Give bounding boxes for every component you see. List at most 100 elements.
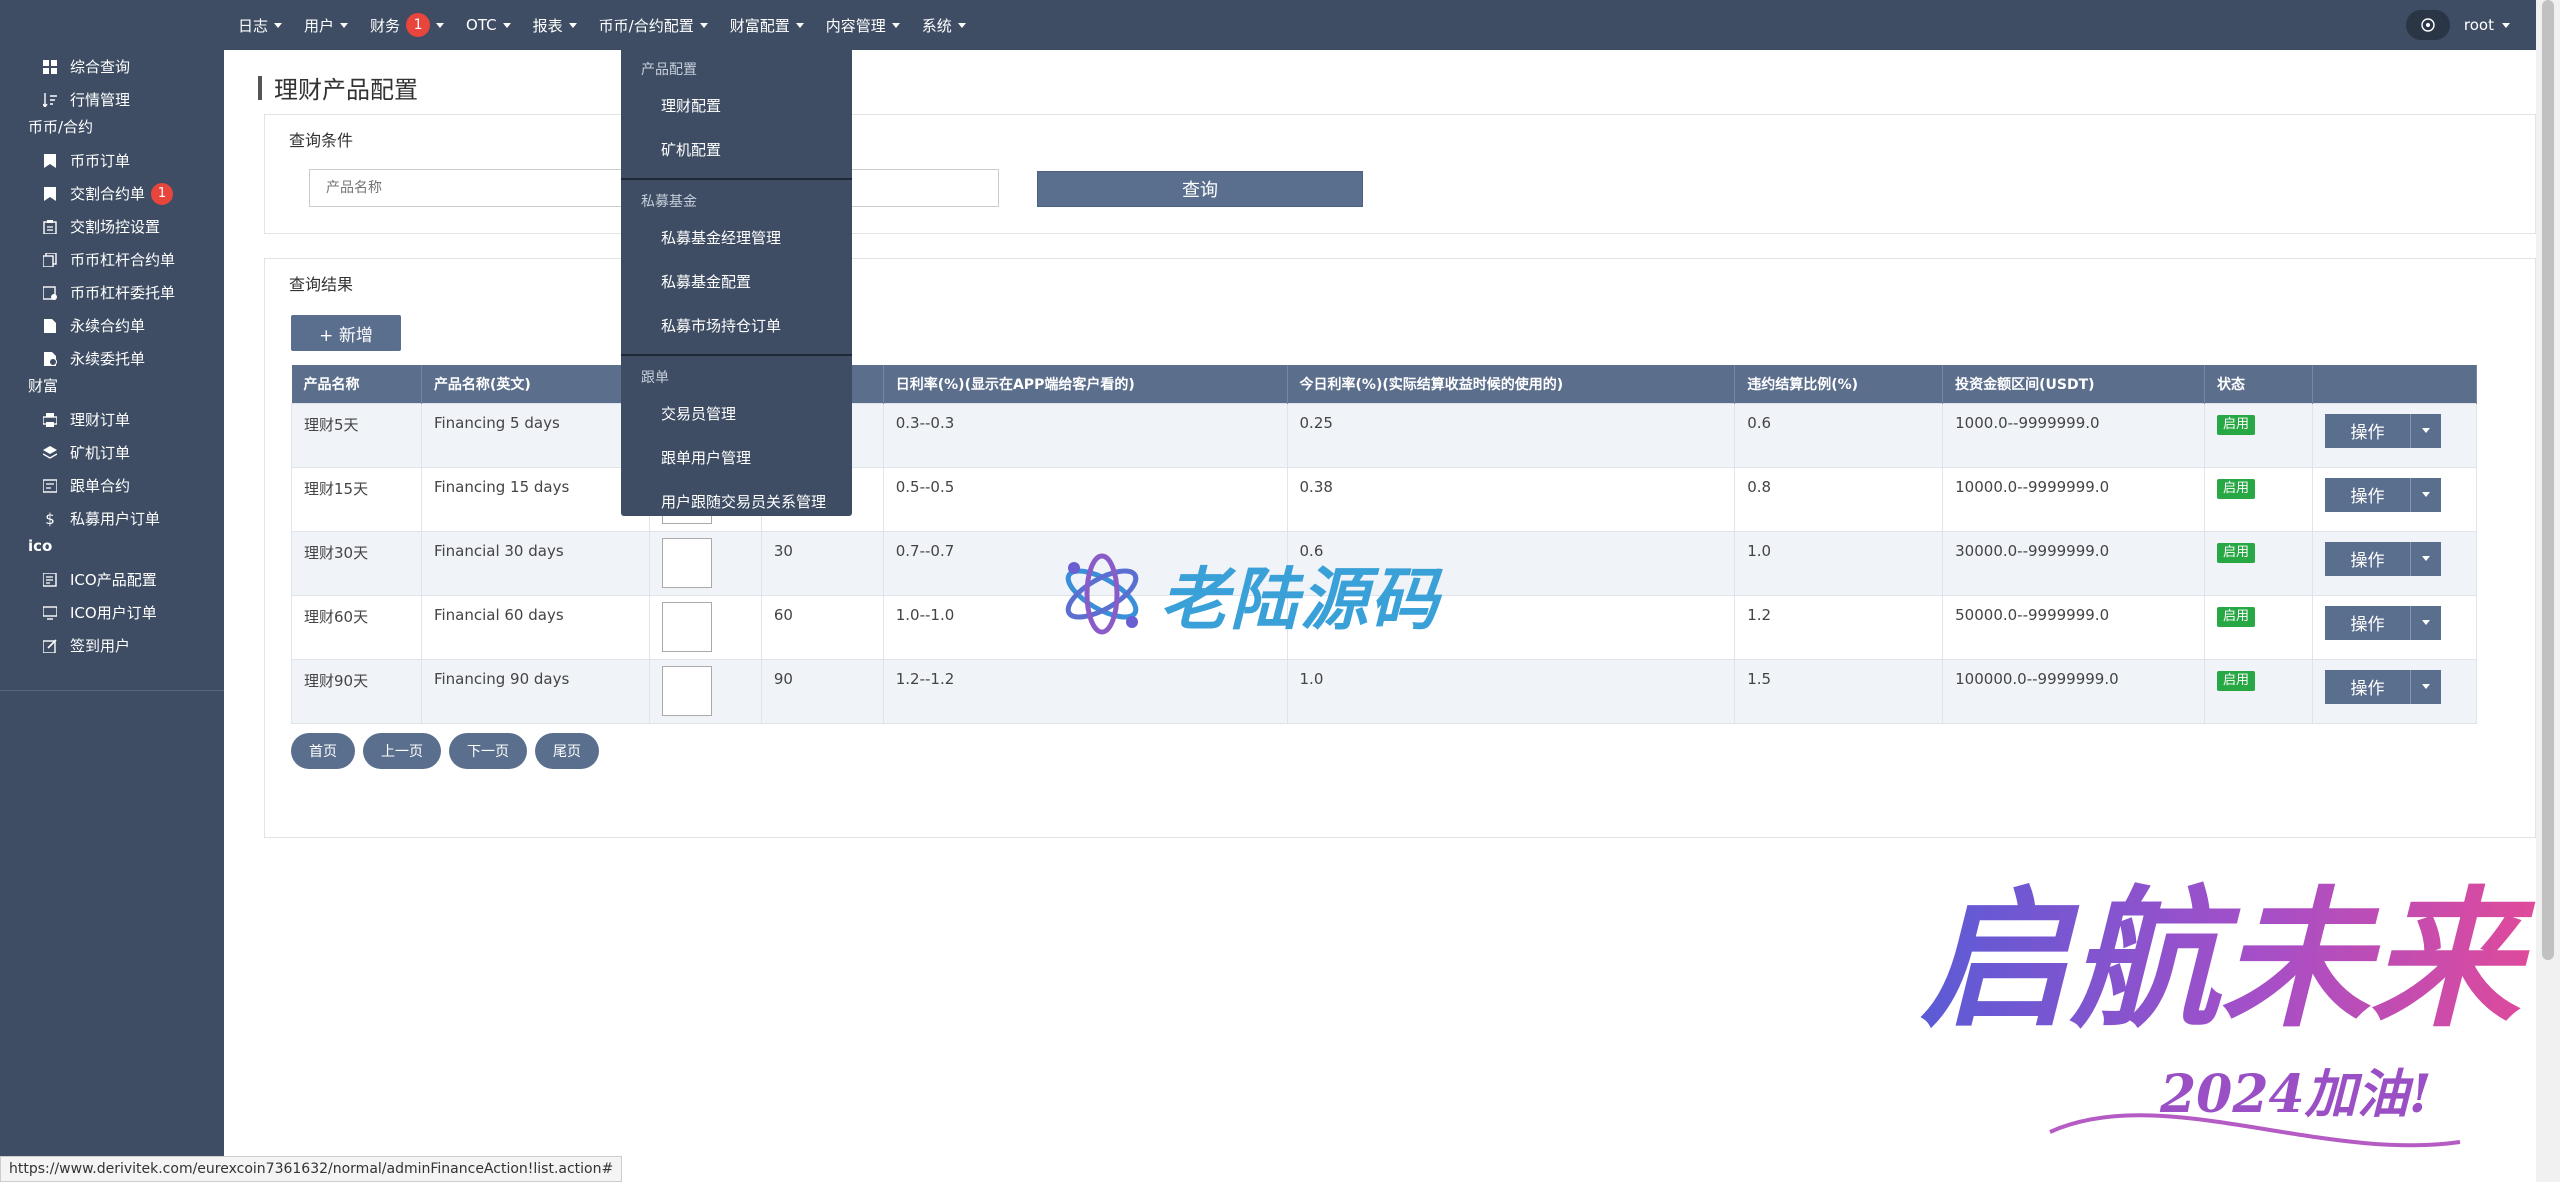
action-button[interactable]: 操作 — [2324, 541, 2411, 576]
sidebar-item-copy-contracts[interactable]: 跟单合约 — [0, 469, 224, 502]
file-clock-icon — [42, 351, 58, 367]
sidebar-item-perpetual-contracts[interactable]: 永续合约单 — [0, 309, 224, 342]
dollar-icon: $ — [45, 509, 55, 528]
cell-image — [648, 530, 762, 596]
file-icon — [42, 318, 58, 334]
menu-item-trader-management[interactable]: 交易员管理 — [621, 392, 852, 436]
caret-down-icon — [2421, 556, 2430, 561]
sidebar-item-coin-orders[interactable]: 币币订单 — [0, 144, 224, 177]
cell-status: 启用 — [2204, 658, 2313, 724]
page-scrollbar[interactable] — [2536, 0, 2560, 1182]
action-dropdown-toggle[interactable] — [2410, 541, 2441, 576]
sidebar-item-ico-config[interactable]: ICO产品配置 — [0, 563, 224, 596]
action-dropdown-toggle[interactable] — [2410, 605, 2441, 640]
action-button[interactable]: 操作 — [2324, 605, 2411, 640]
col-name: 产品名称 — [291, 365, 422, 403]
sidebar-item-delivery-control[interactable]: 交割场控设置 — [0, 210, 224, 243]
caret-down-icon — [2421, 620, 2430, 625]
col-today-rate: 今日利率(%)(实际结算收益时候的使用的) — [1287, 365, 1736, 403]
sidebar-item-ico-orders[interactable]: ICO用户订单 — [0, 596, 224, 629]
sidebar-item-margin-orders[interactable]: 币币杠杆委托单 — [0, 276, 224, 309]
sidebar-item-overview[interactable]: 综合查询 — [0, 50, 224, 83]
page-first-button[interactable]: 首页 — [291, 733, 355, 769]
sidebar-item-finance-orders[interactable]: 理财订单 — [0, 403, 224, 436]
col-name-en: 产品名称(英文) — [421, 365, 650, 403]
sidebar-item-perpetual-orders[interactable]: 永续委托单 — [0, 342, 224, 375]
clipboard-icon — [42, 219, 58, 235]
cell-penalty: 0.6 — [1734, 402, 1944, 468]
action-button[interactable]: 操作 — [2324, 413, 2411, 448]
cell-actions: 操作 — [2311, 658, 2478, 724]
sidebar-item-delivery-contracts[interactable]: 交割合约单 1 — [0, 177, 224, 210]
action-group: 操作 — [2324, 541, 2441, 576]
sidebar-item-market[interactable]: 行情管理 — [0, 83, 224, 116]
sidebar-item-private-orders[interactable]: $ 私募用户订单 — [0, 502, 224, 535]
watermark-art: 启航未来 2024加油! — [1920, 872, 2536, 1148]
col-range: 投资金额区间(USDT) — [1942, 365, 2206, 403]
cell-range: 30000.0--9999999.0 — [1942, 530, 2206, 596]
menu-item-follow-relations[interactable]: 用户跟随交易员关系管理 — [621, 480, 852, 524]
nav-label: 币币/合约配置 — [598, 16, 694, 35]
sidebar-group-ico: ico — [28, 537, 53, 555]
nav-system[interactable]: 系统 — [922, 15, 966, 36]
nav-report[interactable]: 报表 — [533, 15, 577, 36]
user-menu[interactable]: root — [2405, 10, 2510, 40]
nav-finance[interactable]: 财务 1 — [370, 13, 445, 37]
cell-range: 1000.0--9999999.0 — [1942, 402, 2206, 468]
dropdown-header-private-fund: 私募基金 — [641, 194, 697, 210]
add-button[interactable]: + 新增 — [291, 315, 401, 351]
caret-down-icon — [568, 22, 577, 28]
page-prev-button[interactable]: 上一页 — [363, 733, 441, 769]
menu-item-finance-config[interactable]: 理财配置 — [621, 84, 852, 128]
action-dropdown-toggle[interactable] — [2410, 669, 2441, 704]
copy-icon — [42, 252, 58, 268]
sidebar-item-margin-contracts[interactable]: 币币杠杆合约单 — [0, 243, 224, 276]
nav-label: 系统 — [921, 16, 952, 35]
caret-down-icon — [436, 22, 445, 28]
action-button[interactable]: 操作 — [2324, 477, 2411, 512]
sidebar-item-label: 永续合约单 — [70, 317, 146, 335]
sidebar-item-signin-users[interactable]: 签到用户 — [0, 629, 224, 662]
query-panel: 查询条件 查询 — [264, 114, 2536, 234]
cell-name-en: Financial 30 days — [420, 530, 650, 596]
nav-otc[interactable]: OTC — [466, 16, 511, 34]
menu-item-miner-config[interactable]: 矿机配置 — [621, 128, 852, 172]
action-dropdown-toggle[interactable] — [2410, 477, 2441, 512]
action-group: 操作 — [2324, 413, 2441, 448]
product-image — [661, 601, 712, 652]
dropdown-header-copy: 跟单 — [641, 370, 669, 386]
nav-wealth-config[interactable]: 财富配置 — [730, 15, 804, 36]
cell-days: 90 — [760, 658, 884, 724]
cell-name: 理财60天 — [291, 594, 422, 660]
browser-status-bar: https://www.derivitek.com/eurexcoin73616… — [0, 1156, 623, 1182]
action-dropdown-toggle[interactable] — [2410, 413, 2441, 448]
menu-item-copy-users[interactable]: 跟单用户管理 — [621, 436, 852, 480]
page-title-text: 理财产品配置 — [274, 76, 418, 104]
watermark-art-text: 启航未来 — [1920, 872, 2536, 1048]
caret-down-icon — [2502, 22, 2510, 28]
action-button[interactable]: 操作 — [2324, 669, 2411, 704]
layers-icon — [42, 445, 58, 461]
scrollbar-thumb[interactable] — [2542, 0, 2554, 960]
query-button[interactable]: 查询 — [1037, 171, 1363, 207]
page-last-button[interactable]: 尾页 — [535, 733, 599, 769]
caret-down-icon — [891, 22, 900, 28]
col-daily-rate: 日利率(%)(显示在APP端给客户看的) — [883, 365, 1288, 403]
nav-user[interactable]: 用户 — [304, 15, 349, 36]
nav-coin-config[interactable]: 币币/合约配置 — [599, 15, 708, 36]
nav-label: 报表 — [532, 16, 563, 35]
nav-log[interactable]: 日志 — [238, 15, 283, 36]
menu-item-fund-config[interactable]: 私募基金配置 — [621, 260, 852, 304]
sidebar-item-miner-orders[interactable]: 矿机订单 — [0, 436, 224, 469]
top-menu: 日志 用户 财务 1 OTC 报表 币币/合约配置 财富配置 内容管理 系统 — [238, 0, 988, 50]
coin-config-dropdown: 产品配置 理财配置 矿机配置 私募基金 私募基金经理管理 私募基金配置 私募市场… — [621, 44, 852, 516]
page-next-button[interactable]: 下一页 — [449, 733, 527, 769]
cell-penalty: 1.5 — [1734, 658, 1944, 724]
menu-item-fund-manager[interactable]: 私募基金经理管理 — [621, 216, 852, 260]
status-badge: 启用 — [2217, 478, 2256, 499]
sidebar-item-label: 行情管理 — [70, 91, 131, 109]
watermark-logo: 老陆源码 — [1060, 544, 1440, 643]
nav-content[interactable]: 内容管理 — [826, 15, 900, 36]
cell-range: 100000.0--9999999.0 — [1942, 658, 2206, 724]
menu-item-fund-positions[interactable]: 私募市场持仓订单 — [621, 304, 852, 348]
